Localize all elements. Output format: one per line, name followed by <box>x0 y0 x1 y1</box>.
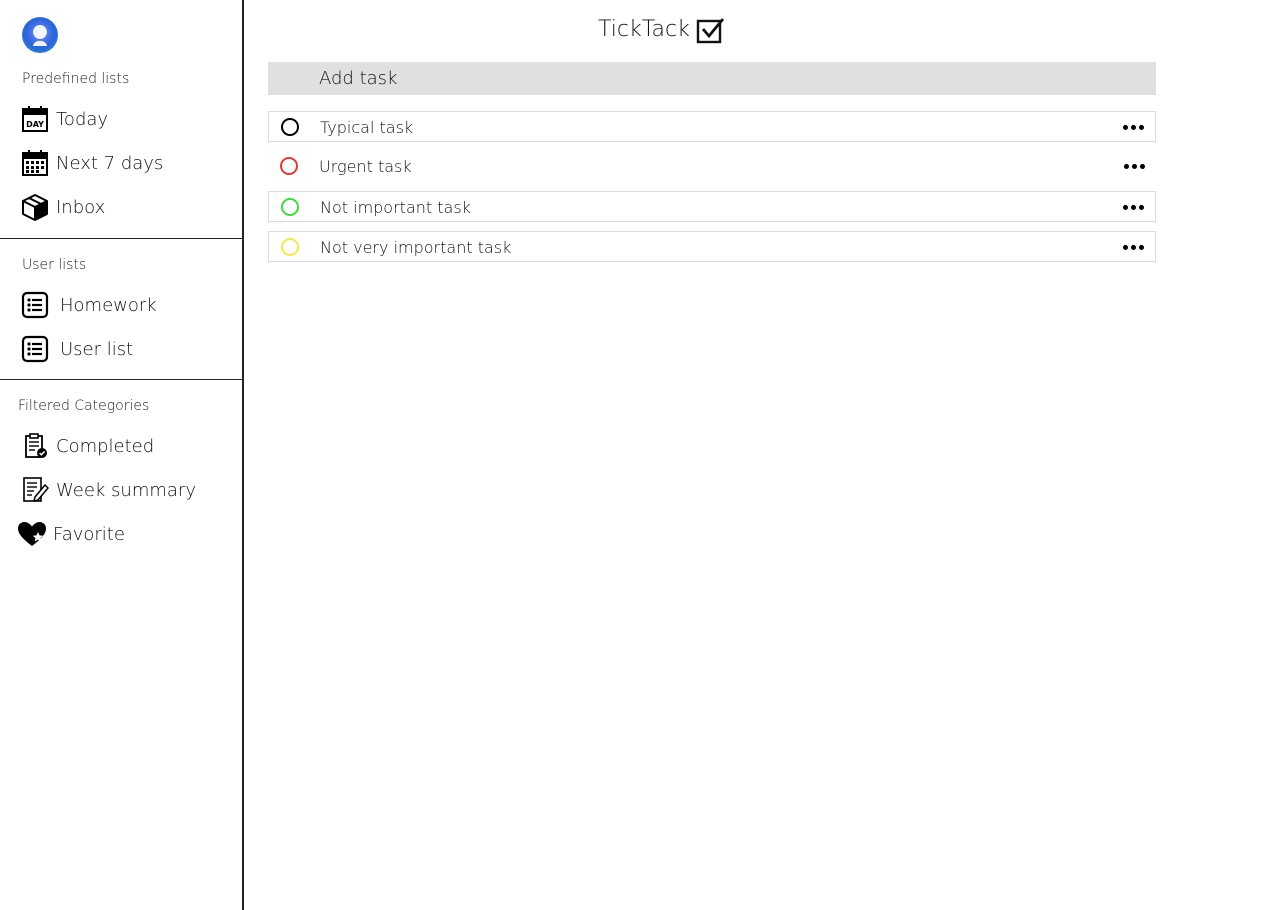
sidebar-item-completed[interactable]: Completed <box>20 428 230 464</box>
task-name: Not very important task <box>320 238 512 257</box>
add-task-input[interactable]: Add task <box>268 62 1156 95</box>
sidebar-item-today[interactable]: DAY Today <box>20 101 230 137</box>
filtered-categories-title: Filtered Categories <box>18 398 150 414</box>
sidebar-item-label: Today <box>56 108 109 130</box>
svg-text:DAY: DAY <box>26 120 44 129</box>
task-complete-toggle[interactable] <box>281 198 299 216</box>
sidebar-item-week-summary[interactable]: Week summary <box>20 472 230 508</box>
app-title: TickTack <box>598 17 690 42</box>
sidebar-divider <box>0 238 244 239</box>
sidebar-item-label: Inbox <box>56 196 106 218</box>
task-row[interactable]: Urgent task <box>268 151 1156 182</box>
sidebar-item-homework[interactable]: Homework <box>20 287 230 323</box>
calendar-day-icon: DAY <box>20 104 50 134</box>
calendar-week-icon <box>20 148 50 178</box>
user-avatar[interactable] <box>22 17 58 53</box>
box-icon <box>20 192 50 222</box>
sidebar: Predefined lists DAY Today Next 7 days I… <box>0 0 244 910</box>
sidebar-item-label: Favorite <box>53 523 125 545</box>
add-task-label: Add task <box>319 68 398 89</box>
sidebar-item-label: Homework <box>60 294 157 316</box>
checkbox-checked-icon <box>696 18 725 44</box>
sidebar-item-label: Next 7 days <box>56 152 164 174</box>
sidebar-item-label: User list <box>60 338 134 360</box>
task-row[interactable]: Typical task <box>268 111 1156 142</box>
task-name: Urgent task <box>319 157 412 176</box>
more-options-icon[interactable] <box>1120 154 1148 178</box>
more-options-icon[interactable] <box>1119 195 1147 219</box>
more-options-icon[interactable] <box>1119 115 1147 139</box>
main-panel: TickTack Add task Typical task Urgent ta… <box>246 0 1280 910</box>
user-avatar-icon <box>33 25 47 46</box>
sidebar-item-next-7-days[interactable]: Next 7 days <box>20 145 230 181</box>
heart-star-icon <box>17 519 47 549</box>
sidebar-item-label: Week summary <box>56 479 196 501</box>
document-edit-icon <box>20 475 50 505</box>
predefined-lists-title: Predefined lists <box>22 71 130 87</box>
task-name: Not important task <box>320 198 471 217</box>
list-icon <box>20 334 50 364</box>
user-lists-title: User lists <box>22 257 87 273</box>
sidebar-item-inbox[interactable]: Inbox <box>20 189 230 225</box>
clipboard-check-icon <box>20 431 50 461</box>
task-complete-toggle[interactable] <box>281 238 299 256</box>
sidebar-item-favorite[interactable]: Favorite <box>17 516 227 552</box>
task-complete-toggle[interactable] <box>281 118 299 136</box>
task-name: Typical task <box>320 118 414 137</box>
task-complete-toggle[interactable] <box>280 157 298 175</box>
list-icon <box>20 290 50 320</box>
sidebar-divider <box>0 379 244 380</box>
task-row[interactable]: Not important task <box>268 191 1156 222</box>
sidebar-item-label: Completed <box>56 435 155 457</box>
sidebar-item-user-list[interactable]: User list <box>20 331 230 367</box>
task-row[interactable]: Not very important task <box>268 231 1156 262</box>
more-options-icon[interactable] <box>1119 235 1147 259</box>
